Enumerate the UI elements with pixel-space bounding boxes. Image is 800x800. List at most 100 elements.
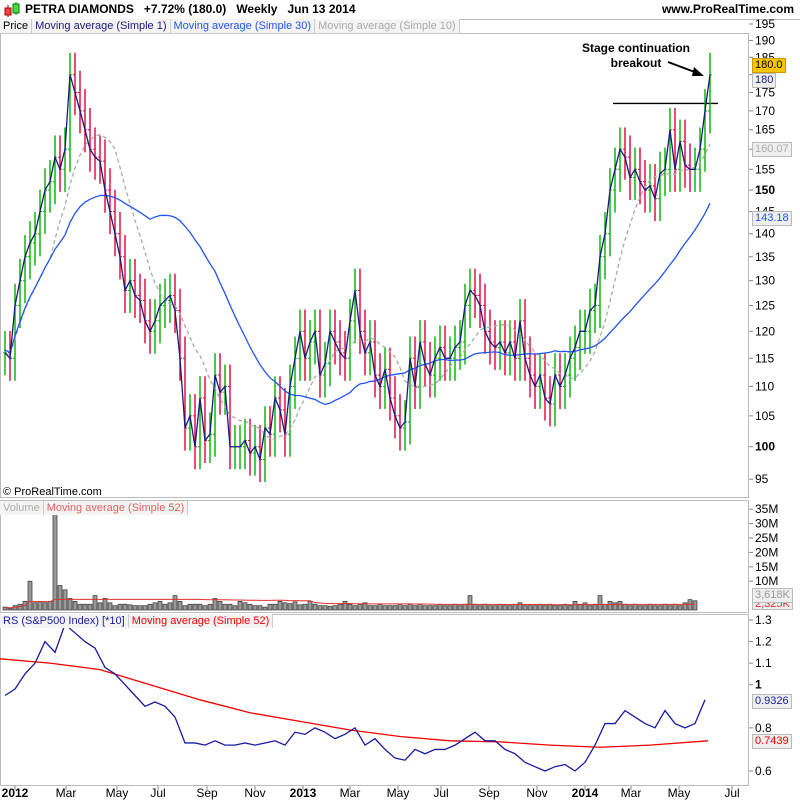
volume-bar xyxy=(482,603,488,611)
price-tick-label: 125 xyxy=(755,298,775,312)
volume-badge: 3,618K xyxy=(752,588,793,603)
x-tick-label: Nov xyxy=(244,786,265,800)
x-tick-label: 2013 xyxy=(290,786,317,800)
volume-bar xyxy=(282,602,288,611)
price-tick-label: 155 xyxy=(755,162,775,176)
volume-bar xyxy=(122,603,128,611)
ma30-badge: 143.18 xyxy=(752,211,792,226)
volume-bar xyxy=(77,603,83,611)
price-tick-label: 165 xyxy=(755,123,775,137)
volume-bar xyxy=(662,603,668,611)
chart-canvas[interactable]: 1951901851801751701651601551501451401351… xyxy=(0,0,800,800)
volume-bar xyxy=(17,603,23,611)
candles-logo-icon xyxy=(4,2,20,17)
chart-title: PETRA DIAMONDS +7.72% (180.0) Weekly Jun… xyxy=(25,2,356,16)
rs-tick-label: 0.8 xyxy=(755,721,772,735)
volume-bar xyxy=(412,605,418,611)
volume-bar xyxy=(232,605,238,611)
volume-bar xyxy=(347,603,353,611)
volume-bar xyxy=(322,605,328,611)
volume-bar xyxy=(377,603,383,611)
x-tick-label: Sep xyxy=(196,786,218,800)
volume-bar xyxy=(687,599,693,611)
legend-ma10[interactable]: Moving average (Simple 10) xyxy=(315,19,460,33)
volume-bar xyxy=(212,598,218,611)
legend-volume-ma[interactable]: Moving average (Simple 52) xyxy=(43,501,189,515)
volume-bar xyxy=(257,605,263,611)
volume-legend: Volume Moving average (Simple 52) xyxy=(0,501,189,515)
ma10-line xyxy=(4,133,711,441)
site-link[interactable]: www.ProRealTime.com xyxy=(662,0,794,19)
rs-legend: RS (S&P500 Index) [*10] Moving average (… xyxy=(0,614,274,628)
volume-bar xyxy=(512,603,518,611)
price-tick-label: 100 xyxy=(755,440,775,454)
legend-volume[interactable]: Volume xyxy=(0,501,44,515)
volume-bar xyxy=(382,605,388,611)
ma10-badge: 160.07 xyxy=(752,142,792,157)
price-tick-label: 115 xyxy=(755,351,774,365)
volume-bar xyxy=(527,605,533,611)
rs-badge: 0.9326 xyxy=(752,694,792,709)
price-tick-label: 190 xyxy=(755,33,775,47)
price-tick-label: 105 xyxy=(755,409,775,423)
price-tick-label: 110 xyxy=(755,379,774,393)
volume-bar xyxy=(417,603,423,611)
x-tick-label: 2012 xyxy=(2,786,29,800)
rs-ma-badge: 0.7439 xyxy=(752,734,792,749)
volume-bar xyxy=(422,605,428,611)
volume-bar xyxy=(47,601,53,611)
volume-bar xyxy=(337,603,343,611)
volume-bar xyxy=(297,604,303,611)
volume-bar xyxy=(332,605,338,611)
volume-bar xyxy=(587,605,593,611)
volume-bar xyxy=(567,605,573,611)
ma30-line xyxy=(4,194,711,405)
volume-bar xyxy=(207,603,213,611)
legend-rs-ma[interactable]: Moving average (Simple 52) xyxy=(128,614,274,628)
legend-ma30[interactable]: Moving average (Simple 30) xyxy=(170,19,316,33)
volume-bar xyxy=(302,603,308,611)
volume-panel xyxy=(0,500,749,613)
volume-bar xyxy=(152,602,158,611)
volume-bar xyxy=(117,603,123,611)
price-tick-label: 170 xyxy=(755,104,775,118)
volume-bar xyxy=(692,600,698,611)
volume-bar xyxy=(667,605,673,611)
volume-bar xyxy=(627,605,633,611)
volume-bar xyxy=(42,602,48,611)
volume-bar xyxy=(177,601,183,611)
volume-bar xyxy=(402,605,408,611)
volume-bar xyxy=(217,601,223,611)
rs-tick-label: 1.2 xyxy=(755,635,772,649)
volume-bar xyxy=(467,595,473,611)
x-tick-label: May xyxy=(106,786,129,800)
volume-bar xyxy=(7,608,13,611)
volume-bar xyxy=(192,603,198,611)
volume-bar xyxy=(247,603,253,611)
legend-price[interactable]: Price xyxy=(0,19,33,33)
ma1-line xyxy=(4,74,711,462)
volume-bar xyxy=(392,605,398,611)
volume-bar xyxy=(477,605,483,611)
volume-bar xyxy=(552,605,558,611)
volume-bar xyxy=(37,601,43,611)
x-tick-label: May xyxy=(387,786,410,800)
volume-bar xyxy=(502,605,508,611)
legend-ma1[interactable]: Moving average (Simple 1) xyxy=(32,19,171,33)
rs-ma-line xyxy=(0,658,709,748)
x-tick-label: Sep xyxy=(478,786,500,800)
volume-bar xyxy=(497,603,503,611)
volume-bar xyxy=(542,605,548,611)
volume-bar xyxy=(132,605,138,611)
volume-tick-label: 35M xyxy=(755,502,778,516)
legend-rs[interactable]: RS (S&P500 Index) [*10] xyxy=(0,614,129,628)
volume-bar xyxy=(182,605,188,611)
volume-bar xyxy=(252,605,258,611)
volume-bar xyxy=(457,605,463,611)
x-tick-label: Mar xyxy=(621,786,642,800)
volume-bar xyxy=(407,603,413,611)
volume-bar xyxy=(32,602,38,611)
volume-bar xyxy=(652,605,658,611)
volume-bar xyxy=(287,603,293,611)
volume-bar xyxy=(277,601,283,611)
